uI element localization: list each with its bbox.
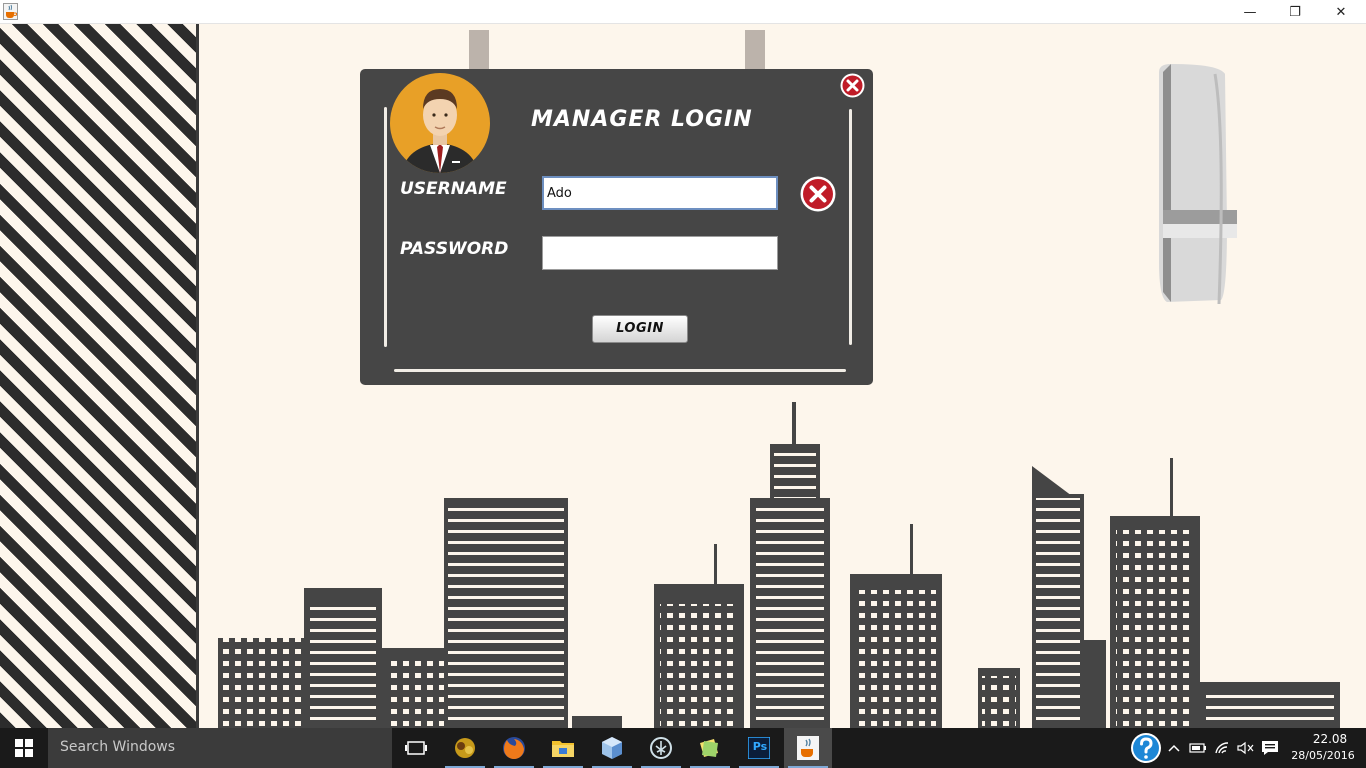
clear-x-icon[interactable] <box>800 176 836 212</box>
wifi-icon[interactable] <box>1213 738 1233 758</box>
panel-hanger-right <box>745 30 765 72</box>
windows-taskbar: Search Windows Ps 22.08 28/05/2016 <box>0 728 1366 768</box>
chalk-line-left <box>384 107 387 347</box>
anaconda-app-icon[interactable] <box>637 728 685 768</box>
taskbar-search-box[interactable]: Search Windows <box>48 728 392 768</box>
app-canvas: MANAGER LOGIN USERNAME PASSWORD LOGIN <box>0 24 1366 728</box>
file-explorer-icon[interactable] <box>539 728 587 768</box>
photoshop-icon-label: Ps <box>752 740 768 753</box>
clock-time[interactable]: 22.08 <box>1302 732 1358 746</box>
minimize-button[interactable]: — <box>1227 0 1273 24</box>
photoshop-icon[interactable]: Ps <box>735 728 783 768</box>
password-label: PASSWORD <box>400 239 509 259</box>
ornament-3d-decoration <box>1159 64 1237 304</box>
volume-muted-icon[interactable] <box>1236 738 1256 758</box>
sticky-notes-icon[interactable] <box>686 728 734 768</box>
task-view-icon[interactable] <box>392 728 440 768</box>
username-label: USERNAME <box>400 179 507 199</box>
windows-logo-icon[interactable] <box>0 728 48 768</box>
password-input[interactable] <box>542 236 778 270</box>
firefox-icon[interactable] <box>490 728 538 768</box>
game-app-icon[interactable] <box>441 728 489 768</box>
help-question-icon[interactable] <box>1130 732 1162 764</box>
city-skyline-decoration <box>218 402 1340 728</box>
close-window-button[interactable]: ✕ <box>1318 0 1364 24</box>
java-app-icon[interactable] <box>784 728 832 768</box>
login-button[interactable]: LOGIN <box>592 315 688 343</box>
panel-hanger-left <box>469 30 489 72</box>
search-placeholder: Search Windows <box>60 739 176 755</box>
chalk-line-right <box>849 109 852 345</box>
username-input[interactable] <box>542 176 778 210</box>
battery-icon[interactable] <box>1188 738 1208 758</box>
action-center-icon[interactable] <box>1260 738 1280 758</box>
manager-avatar-icon <box>390 73 490 173</box>
page-title: MANAGER LOGIN <box>531 107 753 132</box>
virtualbox-icon[interactable] <box>588 728 636 768</box>
chalk-line-bottom <box>394 369 846 372</box>
striped-sidebar-decoration <box>0 24 196 728</box>
chevron-up-icon[interactable] <box>1164 738 1184 758</box>
window-title-bar: — ❐ ✕ <box>0 0 1366 24</box>
login-panel: MANAGER LOGIN USERNAME PASSWORD LOGIN <box>360 69 873 385</box>
maximize-button[interactable]: ❐ <box>1272 0 1318 24</box>
clock-date[interactable]: 28/05/2016 <box>1288 749 1358 762</box>
close-x-icon[interactable] <box>840 73 865 98</box>
java-cup-icon[interactable] <box>3 3 18 20</box>
